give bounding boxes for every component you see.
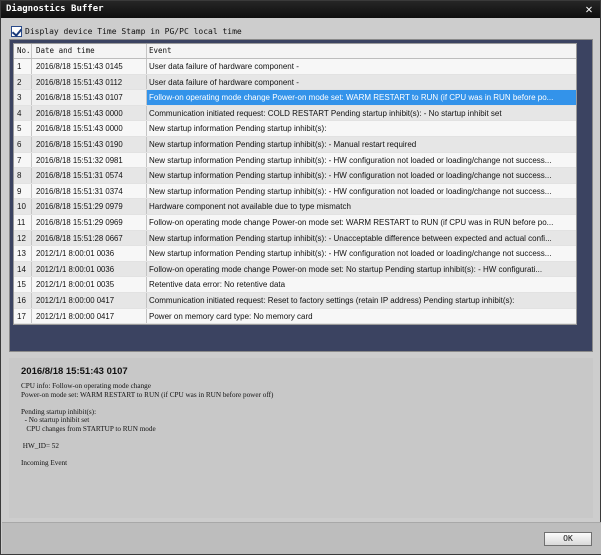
row-event: User data failure of hardware component … [149,77,299,87]
detail-line: CPU info: Follow-on operating mode chang… [21,382,151,390]
row-date-time: 2016/8/18 15:51:43 0107 [32,90,147,105]
row-number: 6 [14,136,32,152]
table-row[interactable]: 3 2016/8/18 15:51:43 0107 Follow-on operat… [14,90,576,106]
row-number: 7 [14,152,32,168]
timestamp-option[interactable]: Display device Time Stamp in PG/PC local… [11,24,242,38]
detail-line: CPU changes from STARTUP to RUN mode [21,424,156,433]
table-row[interactable]: 9 2016/8/18 15:51:31 0374 New startup info… [14,183,576,200]
row-date-time: 2016/8/18 15:51:43 0000 [32,105,147,121]
ok-button[interactable]: OK [544,532,592,546]
row-event: New startup information Pending startup … [149,155,552,165]
row-date-time: 2012/1/1 8:00:01 0036 [32,261,147,277]
row-date-time: 2012/1/1 8:00:01 0035 [32,277,147,292]
table-row[interactable]: 5 2016/8/18 15:51:43 0000 New startup info… [14,121,576,137]
detail-text: CPU info: Follow-on operating mode chang… [21,382,581,468]
row-date-time: 2016/8/18 15:51:43 0145 [32,59,147,74]
row-date-time: 2016/8/18 15:51:31 0574 [32,168,147,183]
row-date-time: 2016/8/18 15:51:31 0374 [32,183,147,199]
row-event: Retentive data error: No retentive data [149,280,286,290]
title-bar: Diagnostics Buffer ✕ [1,1,600,18]
row-date-time: 2016/8/18 15:51:43 0190 [32,136,147,152]
row-event: Communication initiated request: COLD RE… [149,108,502,118]
row-number: 1 [14,59,32,74]
row-number: 17 [14,308,32,324]
events-table: No. Date and time Event 1 2016/8/18 15:51… [13,43,577,326]
detail-line: HW_ID= 52 [21,442,59,451]
detail-title: 2016/8/18 15:51:43 0107 [21,366,128,377]
row-event: New startup information Pending startup … [149,233,552,243]
window-title: Diagnostics Buffer [6,4,104,14]
row-number: 16 [14,292,32,308]
row-event: New startup information Pending startup … [149,171,552,181]
row-number: 9 [14,183,32,199]
diagnostics-buffer-window: Diagnostics Buffer ✕ Display device Time… [0,0,601,555]
row-number: 13 [14,246,32,261]
table-body: 1 2016/8/18 15:51:43 0145 User data failur… [14,59,576,325]
timestamp-checkbox-label: Display device Time Stamp in PG/PC local… [25,26,242,36]
table-row[interactable]: 14 2012/1/1 8:00:01 0036 Follow-on operati… [14,261,576,278]
detail-line: Power-on mode set: WARM RESTART to RUN (… [21,390,274,399]
table-row[interactable]: 17 2012/1/1 8:00:00 0417 Power on memory c… [14,308,576,325]
table-row[interactable]: 2 2016/8/18 15:51:43 0112 User data failur… [14,74,576,91]
table-row[interactable]: 13 2012/1/1 8:00:01 0036 New startup infor… [14,246,576,262]
row-date-time: 2016/8/18 15:51:43 0000 [32,121,147,136]
row-event: Follow-on operating mode change Power-on… [149,93,554,103]
column-header-date[interactable]: Date and time [32,44,147,58]
row-number: 10 [14,199,32,214]
detail-line [21,434,581,443]
detail-line: Incoming Event [21,459,68,468]
close-icon[interactable]: ✕ [582,1,596,17]
row-number: 5 [14,121,32,136]
row-event: New startup information Pending startup … [149,139,417,149]
table-header: No. Date and time Event [14,44,576,59]
row-number: 2 [14,74,32,90]
row-date-time: 2016/8/18 15:51:43 0112 [32,74,147,90]
row-number: 12 [14,230,32,246]
row-date-time: 2012/1/1 8:00:01 0036 [32,246,147,261]
row-number: 8 [14,168,32,183]
table-row[interactable]: 4 2016/8/18 15:51:43 0000 Communication in… [14,105,576,122]
table-row[interactable]: 15 2012/1/1 8:00:01 0035 Retentive data er… [14,277,576,293]
detail-line: - No startup inhibit set [21,416,90,425]
row-date-time: 2016/8/18 15:51:28 0667 [32,230,147,246]
table-row[interactable]: 12 2016/8/18 15:51:28 0667 New startup inf… [14,230,576,247]
detail-line: Pending startup inhibit(s): [21,407,97,416]
row-date-time: 2016/8/18 15:51:29 0969 [32,214,147,230]
table-row[interactable]: 16 2012/1/1 8:00:00 0417 Communication ini… [14,292,576,309]
row-number: 15 [14,277,32,292]
timestamp-checkbox[interactable] [11,25,22,37]
row-number: 3 [14,90,32,105]
table-row[interactable]: 1 2016/8/18 15:51:43 0145 User data failur… [14,59,576,75]
row-event: User data failure of hardware component … [149,62,299,71]
table-row[interactable]: 11 2016/8/18 15:51:29 0969 Follow-on opera… [14,214,576,231]
row-event: Hardware component not available due to … [149,202,351,212]
event-detail-panel: 2016/8/18 15:51:43 0107 CPU info: Follow… [9,358,593,518]
table-row[interactable]: 7 2016/8/18 15:51:32 0981 New startup info… [14,152,576,169]
row-event: Power on memory card type: No memory car… [149,311,313,321]
row-number: 4 [14,105,32,121]
row-event: Follow-on operating mode change Power-on… [149,264,543,274]
footer-bar: OK [2,522,601,554]
row-number: 14 [14,261,32,277]
row-event: Communication initiated request: Reset t… [149,295,515,305]
table-row[interactable]: 10 2016/8/18 15:51:29 0979 Hardware compon… [14,199,576,215]
detail-line [21,399,581,408]
row-date-time: 2016/8/18 15:51:29 0979 [32,199,147,214]
row-number: 11 [14,214,32,230]
column-header-event[interactable]: Event [147,44,576,58]
column-header-no[interactable]: No. [14,44,32,58]
row-date-time: 2016/8/18 15:51:32 0981 [32,152,147,168]
events-panel: No. Date and time Event 1 2016/8/18 15:51… [9,39,593,352]
row-date-time: 2012/1/1 8:00:00 0417 [32,292,147,308]
row-date-time: 2012/1/1 8:00:00 0417 [32,308,147,324]
row-event: New startup information Pending startup … [149,186,552,196]
table-row[interactable]: 8 2016/8/18 15:51:31 0574 New startup info… [14,168,576,184]
row-event: New startup information Pending startup … [149,249,552,259]
row-event: New startup information Pending startup … [149,124,327,134]
row-event: Follow-on operating mode change Power-on… [149,217,554,227]
detail-line [21,451,581,460]
table-row[interactable]: 6 2016/8/18 15:51:43 0190 New startup info… [14,136,576,153]
